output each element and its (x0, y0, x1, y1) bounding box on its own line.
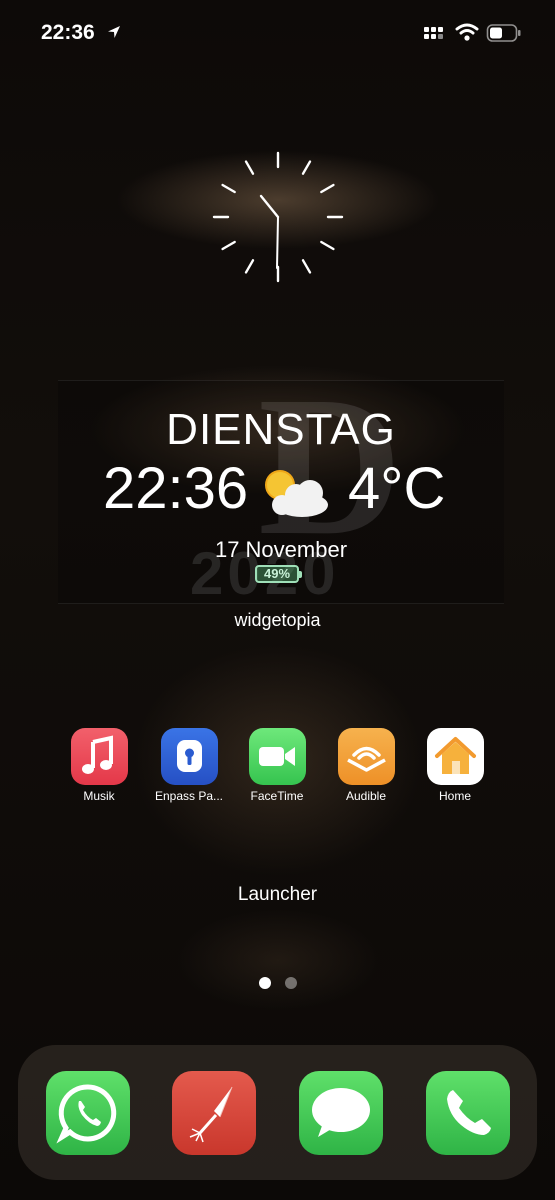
minute-hand (276, 216, 279, 269)
phone-icon (447, 1090, 491, 1135)
app-label: Audible (345, 789, 387, 803)
whatsapp-icon (56, 1084, 117, 1144)
dock-app-whatsapp[interactable] (46, 1071, 130, 1155)
widget-temperature: 4°C (348, 456, 446, 521)
cellular-signal-icon (424, 27, 443, 39)
status-time: 22:36 (41, 21, 95, 44)
folder-label: Launcher (237, 884, 318, 905)
page-dot[interactable] (285, 977, 297, 989)
clock-tick (301, 160, 312, 175)
clock-tick (301, 259, 312, 274)
audible-icon (337, 728, 395, 785)
app-label: Enpass Pa... (154, 789, 224, 803)
app-facetime[interactable]: FaceTime (237, 728, 317, 803)
app-label: Musik (83, 789, 115, 803)
location-arrow-icon (108, 26, 120, 38)
widget-label: widgetopia (234, 610, 321, 630)
facetime-camera-icon (248, 728, 306, 785)
page-dot-current[interactable] (259, 977, 271, 989)
messages-icon (312, 1088, 370, 1137)
app-label: FaceTime (250, 789, 304, 803)
dock-app-phone[interactable] (426, 1071, 510, 1155)
widgetopia-widget[interactable]: D 2020 DIENSTAG 22:36 4°C 17 November 49… (58, 367, 504, 607)
analog-clock (212, 151, 344, 283)
enpass-keyhole-icon (160, 728, 218, 785)
partly-cloudy-icon (265, 470, 328, 517)
music-icon (70, 728, 128, 785)
app-label: Home (438, 789, 471, 803)
app-home[interactable]: Home (415, 728, 495, 803)
status-bar: 22:36 (0, 18, 555, 48)
clock-tick (221, 183, 236, 194)
clock-tick (244, 160, 255, 175)
widget-time: 22:36 (103, 456, 249, 521)
app-musik[interactable]: Musik (59, 728, 139, 803)
widget-battery: 49% (255, 565, 302, 583)
clock-tick (221, 240, 236, 251)
clock-tick (244, 259, 255, 274)
widget-day: DIENSTAG (166, 405, 396, 454)
app-audible[interactable]: Audible (326, 728, 406, 803)
battery-icon (486, 24, 521, 42)
wifi-icon (455, 23, 479, 41)
dock-app-messages[interactable] (299, 1071, 383, 1155)
widget-date: 17 November (214, 537, 348, 562)
clock-tick (320, 183, 335, 194)
clock-tick (320, 240, 335, 251)
rocket-icon (189, 1086, 233, 1143)
app-enpass[interactable]: Enpass Pa... (149, 728, 229, 803)
hour-hand (259, 194, 280, 219)
home-icon (426, 728, 484, 785)
dock-app-rocket[interactable] (172, 1071, 256, 1155)
